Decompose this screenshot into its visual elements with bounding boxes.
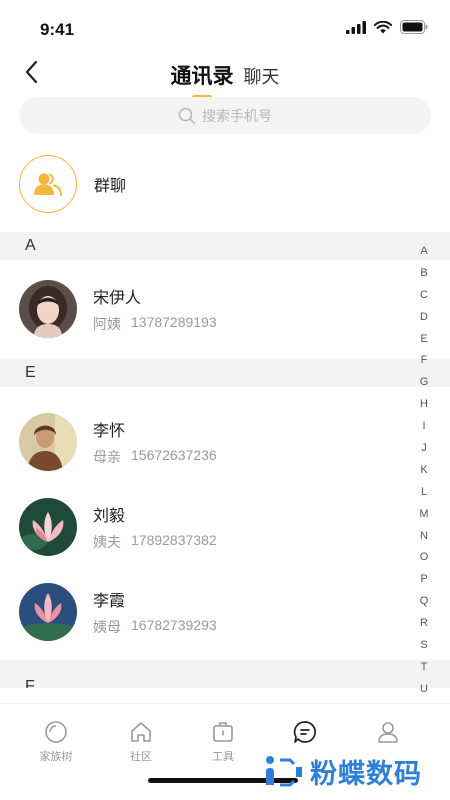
- alphabet-letter[interactable]: R: [420, 613, 428, 635]
- contact-phone: 15672637236: [131, 447, 217, 463]
- battery-icon: [400, 20, 428, 34]
- search-input[interactable]: 搜索手机号: [19, 97, 431, 134]
- contact-name: 刘毅: [93, 508, 126, 525]
- alphabet-letter[interactable]: P: [420, 569, 427, 591]
- alphabet-letter[interactable]: Q: [420, 591, 429, 613]
- group-chat-label: 群聊: [94, 178, 127, 195]
- tab-chat[interactable]: 聊天: [244, 63, 280, 89]
- contact-relation: 姨母: [93, 619, 121, 635]
- tab-chat-bottom[interactable]: [275, 720, 335, 748]
- tab-profile[interactable]: [358, 720, 418, 748]
- alphabet-letter[interactable]: B: [420, 263, 427, 285]
- tab-contacts[interactable]: 通讯录: [171, 60, 234, 99]
- avatar: [19, 280, 77, 338]
- alphabet-letter[interactable]: C: [420, 285, 428, 307]
- tab-tools[interactable]: 工具: [193, 720, 253, 764]
- contact-relation: 姨夫: [93, 534, 121, 550]
- alphabet-letter[interactable]: T: [421, 657, 428, 679]
- contact-name: 李怀: [93, 423, 126, 440]
- alphabet-letter[interactable]: K: [420, 460, 427, 482]
- tab-label: 工具: [212, 751, 234, 763]
- contact-row[interactable]: 刘毅 姨夫 17892837382: [19, 497, 217, 557]
- avatar: [19, 498, 77, 556]
- watermark-logo-icon: [266, 755, 302, 786]
- tab-label: 社区: [130, 751, 152, 763]
- section-letter: A: [25, 237, 36, 254]
- watermark: 粉蝶数码: [264, 752, 422, 791]
- alphabet-letter[interactable]: J: [421, 438, 427, 460]
- alphabet-letter[interactable]: F: [421, 350, 428, 372]
- person-icon: [378, 722, 398, 743]
- header-tabs: 通讯录 聊天: [0, 60, 450, 99]
- contact-row[interactable]: 宋伊人 阿姨 13787289193: [19, 279, 217, 339]
- alphabet-letter[interactable]: S: [420, 635, 427, 657]
- contact-relation: 母亲: [93, 449, 121, 465]
- watermark-text: 粉蝶数码: [310, 759, 422, 789]
- tab-community[interactable]: 社区: [111, 720, 171, 764]
- avatar: [19, 583, 77, 641]
- alphabet-letter[interactable]: E: [420, 329, 427, 351]
- alphabet-letter[interactable]: N: [420, 526, 428, 548]
- contact-phone: 13787289193: [131, 314, 217, 330]
- alphabet-letter[interactable]: H: [420, 394, 428, 416]
- contact-row[interactable]: 李怀 母亲 15672637236: [19, 412, 217, 472]
- wifi-icon: [374, 20, 392, 33]
- section-letter: E: [25, 364, 36, 381]
- chat-bubble-icon: [293, 721, 316, 743]
- alphabet-index[interactable]: A B C D E F G H I J K L M N O P Q R S T …: [418, 241, 430, 701]
- contact-phone: 17892837382: [131, 532, 217, 548]
- group-avatar: [19, 155, 77, 213]
- alphabet-letter[interactable]: D: [420, 307, 428, 329]
- group-people-icon: [34, 173, 62, 196]
- alphabet-letter[interactable]: O: [420, 547, 429, 569]
- alphabet-letter[interactable]: U: [420, 679, 428, 701]
- toolbox-icon: [213, 722, 233, 742]
- status-icons: [346, 20, 428, 34]
- alphabet-letter[interactable]: L: [421, 482, 427, 504]
- nav-header: 通讯录 聊天: [0, 56, 450, 99]
- search-placeholder: 搜索手机号: [202, 107, 272, 124]
- alphabet-letter[interactable]: I: [422, 416, 425, 438]
- search-icon: [178, 107, 196, 124]
- alphabet-letter[interactable]: M: [419, 504, 428, 526]
- contact-name: 宋伊人: [93, 290, 142, 307]
- contact-phone: 16782739293: [131, 617, 217, 633]
- section-header-f: F: [0, 660, 450, 695]
- tab-family-tree[interactable]: 家族树: [26, 720, 86, 764]
- tab-label: 家族树: [39, 751, 73, 763]
- avatar: [19, 413, 77, 471]
- contact-row[interactable]: 李霞 姨母 16782739293: [19, 582, 217, 642]
- section-header-e: E: [0, 359, 450, 387]
- contact-relation: 阿姨: [93, 316, 121, 332]
- alphabet-letter[interactable]: G: [420, 372, 429, 394]
- group-chat-row[interactable]: 群聊: [19, 154, 126, 214]
- alphabet-letter[interactable]: A: [420, 241, 427, 263]
- status-time: 9:41: [40, 20, 75, 39]
- contact-name: 李霞: [93, 593, 126, 610]
- status-bar: 9:41: [0, 0, 450, 56]
- signal-icon: [346, 20, 366, 34]
- circle-icon: [45, 721, 67, 743]
- section-header-a: A: [0, 232, 450, 260]
- section-f-body: [0, 688, 450, 703]
- home-icon: [131, 722, 151, 742]
